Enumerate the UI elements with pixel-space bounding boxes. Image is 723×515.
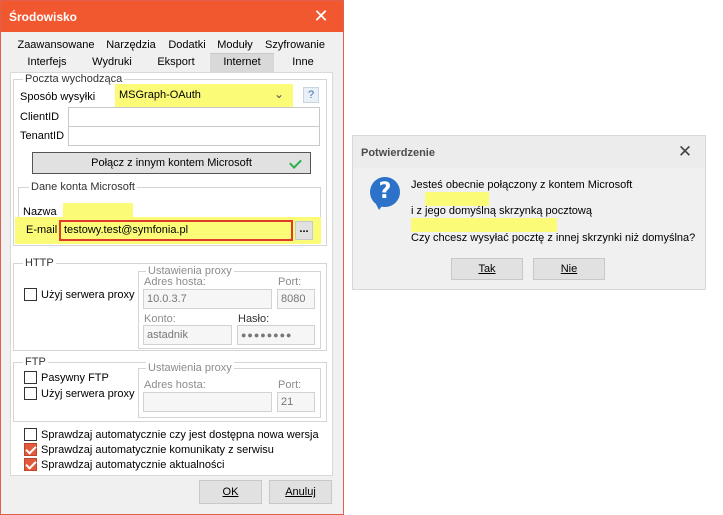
send-method-select[interactable]: MSGraph-OAuth ⌄ — [119, 87, 291, 104]
http-use-proxy-checkbox[interactable] — [24, 288, 37, 301]
connect-microsoft-label: Połącz z innym kontem Microsoft — [91, 157, 252, 169]
no-button-label: Nie — [560, 263, 578, 275]
ftp-host-label: Adres hosta: — [144, 379, 206, 391]
passive-ftp-label: Pasywny FTP — [41, 372, 109, 384]
cancel-button[interactable]: Anuluj — [269, 480, 332, 504]
http-group-title: HTTP — [23, 257, 56, 269]
confirm-message-line1: Jesteś obecnie połączony z kontem Micros… — [411, 179, 633, 191]
outgoing-mail-group-title: Poczta wychodząca — [23, 73, 125, 85]
email-input[interactable]: testowy.test@symfonia.pl — [59, 220, 293, 241]
ftp-use-proxy-checkbox[interactable] — [24, 387, 37, 400]
http-use-proxy-label: Użyj serwera proxy — [41, 289, 135, 301]
dialog-title: Środowisko — [9, 10, 78, 24]
tab-dodatki[interactable]: Dodatki — [163, 37, 211, 54]
check-service-messages-label: Sprawdzaj automatycznie komunikaty z ser… — [41, 444, 274, 456]
ftp-group-title: FTP — [23, 356, 48, 368]
tab-szyfrowanie[interactable]: Szyfrowanie — [259, 37, 331, 54]
close-icon[interactable]: ✕ — [673, 141, 697, 163]
cancel-button-label: Anuluj — [285, 486, 316, 498]
check-service-messages-checkbox[interactable] — [24, 443, 37, 456]
question-icon: ? — [370, 177, 400, 207]
tab-interfejs[interactable]: Interfejs — [13, 54, 81, 71]
ftp-host-input[interactable] — [143, 392, 272, 412]
no-button[interactable]: Nie — [533, 258, 605, 280]
email-label: E-mail — [26, 224, 58, 236]
http-port-label: Port: — [278, 276, 302, 288]
check-new-version-checkbox[interactable] — [24, 428, 37, 441]
tab-moduly[interactable]: Moduły — [212, 37, 258, 54]
http-account-input[interactable]: astadnik — [143, 325, 232, 345]
clientid-label: ClientID — [20, 111, 60, 123]
tab-narzedzia[interactable]: Narzędzia — [100, 37, 162, 54]
close-icon[interactable]: ✕ — [307, 4, 335, 28]
tab-zaawansowane[interactable]: Zaawansowane — [13, 37, 99, 54]
http-port-input[interactable]: 8080 — [277, 289, 315, 309]
tab-wydruki[interactable]: Wydruki — [82, 54, 142, 71]
http-password-input[interactable]: ●●●●●●●● — [237, 325, 315, 345]
checkmark-icon — [289, 156, 302, 169]
confirm-message-line2: i z jego domyślną skrzynką pocztową — [411, 205, 592, 217]
ftp-use-proxy-label: Użyj serwera proxy — [41, 388, 135, 400]
help-icon[interactable]: ? — [303, 87, 319, 103]
chevron-down-icon: ⌄ — [274, 87, 285, 101]
yes-button-label: Tak — [478, 263, 496, 275]
account-group-title: Dane konta Microsoft — [29, 181, 137, 193]
send-method-label: Sposób wysyłki — [20, 91, 96, 103]
check-new-version-label: Sprawdzaj automatycznie czy jest dostępn… — [41, 429, 319, 441]
ok-button-label: OK — [222, 486, 239, 498]
ftp-port-input[interactable]: 21 — [277, 392, 315, 412]
tab-internet[interactable]: Internet — [210, 53, 274, 72]
ftp-port-label: Port: — [278, 379, 302, 391]
tenantid-input[interactable] — [68, 126, 320, 146]
yes-button[interactable]: Tak — [451, 258, 523, 280]
ok-button[interactable]: OK — [199, 480, 262, 504]
check-news-checkbox[interactable] — [24, 458, 37, 471]
passive-ftp-checkbox[interactable] — [24, 371, 37, 384]
http-host-label: Adres hosta: — [144, 276, 206, 288]
ftp-proxy-settings-title: Ustawienia proxy — [146, 362, 234, 375]
confirm-title-bar[interactable]: Potwierdzenie ✕ — [353, 136, 705, 168]
confirm-dialog-title: Potwierdzenie — [361, 147, 435, 159]
tab-inne[interactable]: Inne — [275, 54, 331, 71]
clientid-input[interactable] — [68, 107, 320, 127]
confirm-message-line3: Czy chcesz wysyłać pocztę z innej skrzyn… — [411, 232, 696, 244]
confirm-redaction-1 — [425, 192, 489, 206]
tab-eksport[interactable]: Eksport — [143, 54, 209, 71]
connect-microsoft-button[interactable]: Połącz z innym kontem Microsoft — [32, 152, 311, 174]
tenantid-label: TenantID — [20, 130, 65, 142]
check-news-label: Sprawdzaj automatycznie aktualności — [41, 459, 225, 471]
confirm-redaction-2 — [411, 218, 557, 232]
title-bar[interactable]: Środowisko ✕ — [1, 1, 343, 32]
confirmation-dialog: Potwierdzenie ✕ ? Jesteś obecnie połączo… — [352, 135, 706, 290]
http-host-input[interactable]: 10.0.3.7 — [143, 289, 272, 309]
more-button[interactable]: ... — [295, 221, 313, 240]
send-method-value: MSGraph-OAuth — [119, 89, 201, 101]
settings-dialog: Środowisko ✕ Zaawansowane Narzędzia Doda… — [0, 0, 344, 515]
